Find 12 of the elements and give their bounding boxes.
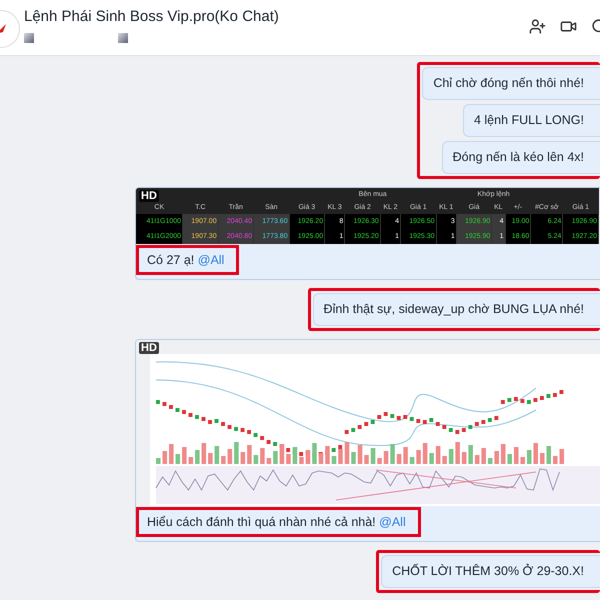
message-bubble: CHỐT LỜI THÊM 30% Ở 29-30.X!	[381, 555, 600, 588]
chat-title: Lệnh Phái Sinh Boss Vip.pro(Ko Chat)	[24, 8, 279, 25]
message-text: Có 27 ạ! @All	[136, 245, 240, 275]
mention-link[interactable]: @All	[198, 253, 224, 267]
mention-link[interactable]: @All	[379, 515, 406, 529]
message-text: Hiểu cách đánh thì quá nhàn nhé cả nhà! @All	[136, 507, 421, 537]
hd-badge: HD	[139, 342, 159, 354]
message-bubble: Chỉ chờ đóng nến thôi nhé!	[422, 67, 600, 100]
hd-badge: HD	[139, 190, 159, 202]
message-bubble: Đóng nến là kéo lên 4x!	[442, 141, 600, 174]
message-bubble: 4 lệnh FULL LONG!	[462, 104, 600, 137]
message-bubble: Đỉnh thật sự, sideway_up chờ BUNG LỤA nhé!	[312, 293, 600, 326]
